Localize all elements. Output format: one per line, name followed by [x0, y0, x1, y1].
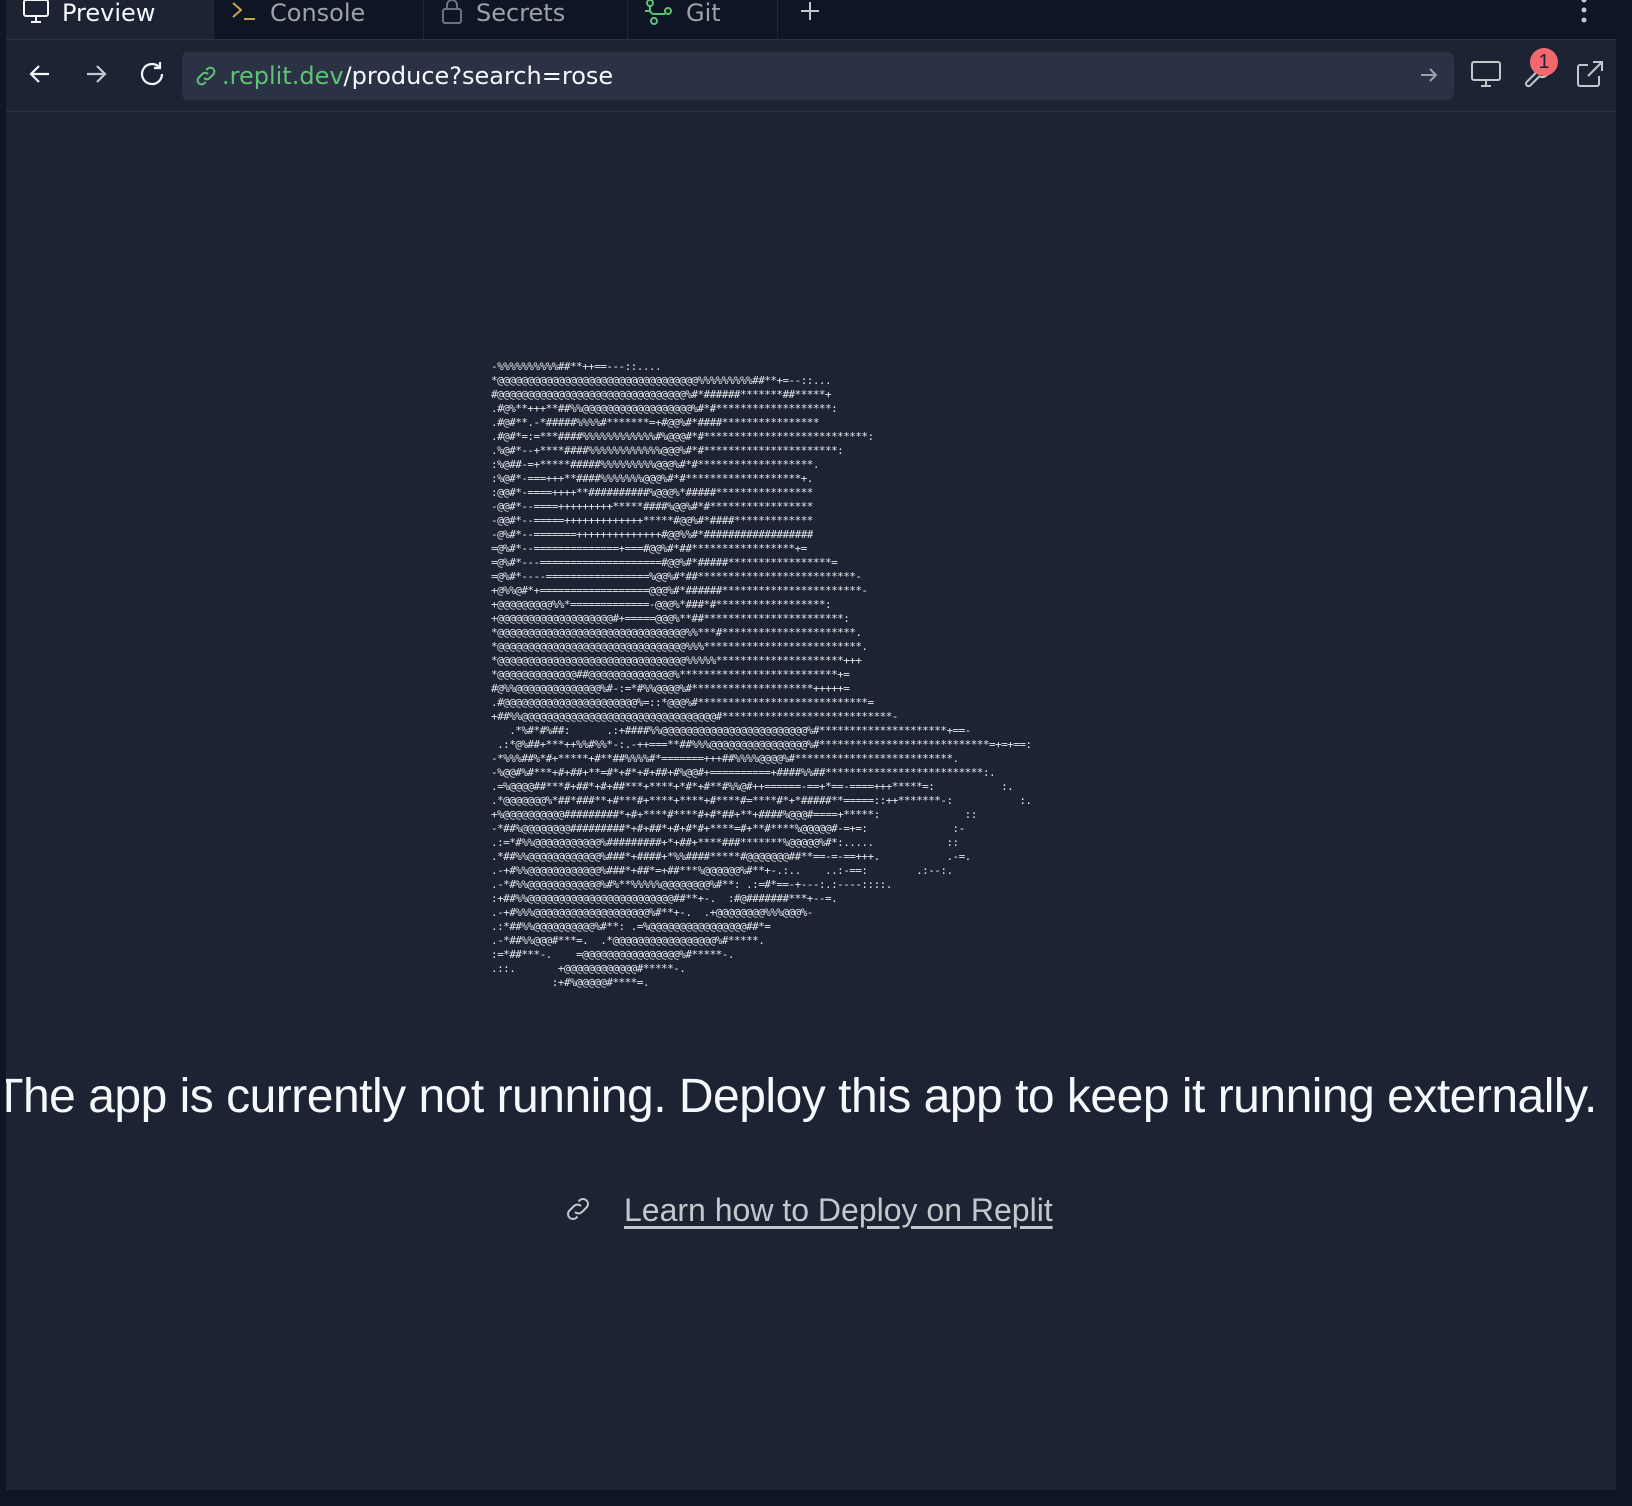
tab-git[interactable]: Git	[628, 0, 778, 39]
monitor-icon	[1470, 59, 1502, 93]
more-options-button[interactable]	[1580, 0, 1588, 34]
tab-label: Preview	[62, 0, 156, 27]
arrow-left-icon	[27, 61, 53, 91]
arrow-right-icon	[83, 61, 109, 91]
plus-icon	[799, 0, 821, 26]
webview-pane: Preview Console Secrets Git .replit.dev …	[6, 0, 1616, 1490]
url-path: /produce?search=rose	[343, 62, 614, 90]
reload-button[interactable]	[134, 58, 170, 94]
add-tab-button[interactable]	[778, 0, 842, 39]
external-link-icon	[1575, 59, 1605, 93]
git-branch-icon	[644, 0, 674, 29]
monitor-icon	[22, 0, 50, 28]
terminal-icon	[230, 0, 258, 27]
message-text: The app is currently not running. Deploy…	[6, 1070, 1597, 1123]
go-button[interactable]	[1418, 64, 1440, 86]
tab-label: Secrets	[476, 0, 566, 27]
tab-secrets[interactable]: Secrets	[424, 0, 628, 39]
lock-icon	[440, 0, 464, 29]
forward-button[interactable]	[78, 58, 114, 94]
vertical-ellipsis-icon	[1580, 0, 1588, 34]
notification-badge: 1	[1530, 48, 1558, 76]
browser-toolbar: .replit.dev/produce?search=rose	[6, 40, 1616, 112]
not-running-message: The app is currently not running. Deploy…	[6, 1062, 1616, 1132]
tab-bar: Preview Console Secrets Git	[6, 0, 1616, 40]
link-icon	[562, 1193, 594, 1229]
url-field[interactable]: .replit.dev/produce?search=rose	[182, 52, 1454, 100]
tab-preview[interactable]: Preview	[6, 0, 214, 39]
url-host: .replit.dev	[222, 62, 344, 90]
link-icon	[194, 64, 218, 88]
devices-button[interactable]	[1468, 58, 1504, 94]
arrow-right-icon	[1421, 68, 1438, 82]
learn-deploy-link[interactable]: Learn how to Deploy on Replit	[624, 1192, 1053, 1229]
refresh-icon	[137, 59, 167, 93]
tab-label: Git	[686, 0, 721, 27]
back-button[interactable]	[22, 58, 58, 94]
tab-console[interactable]: Console	[214, 0, 424, 39]
open-new-tab-button[interactable]	[1572, 58, 1608, 94]
tab-label: Console	[270, 0, 366, 27]
ascii-art-illustration: -%%%%%%%%%%##**++==---::.... *@@@@@@@@@@…	[491, 360, 1032, 989]
deploy-docs-link-row: Learn how to Deploy on Replit	[562, 1192, 1053, 1229]
